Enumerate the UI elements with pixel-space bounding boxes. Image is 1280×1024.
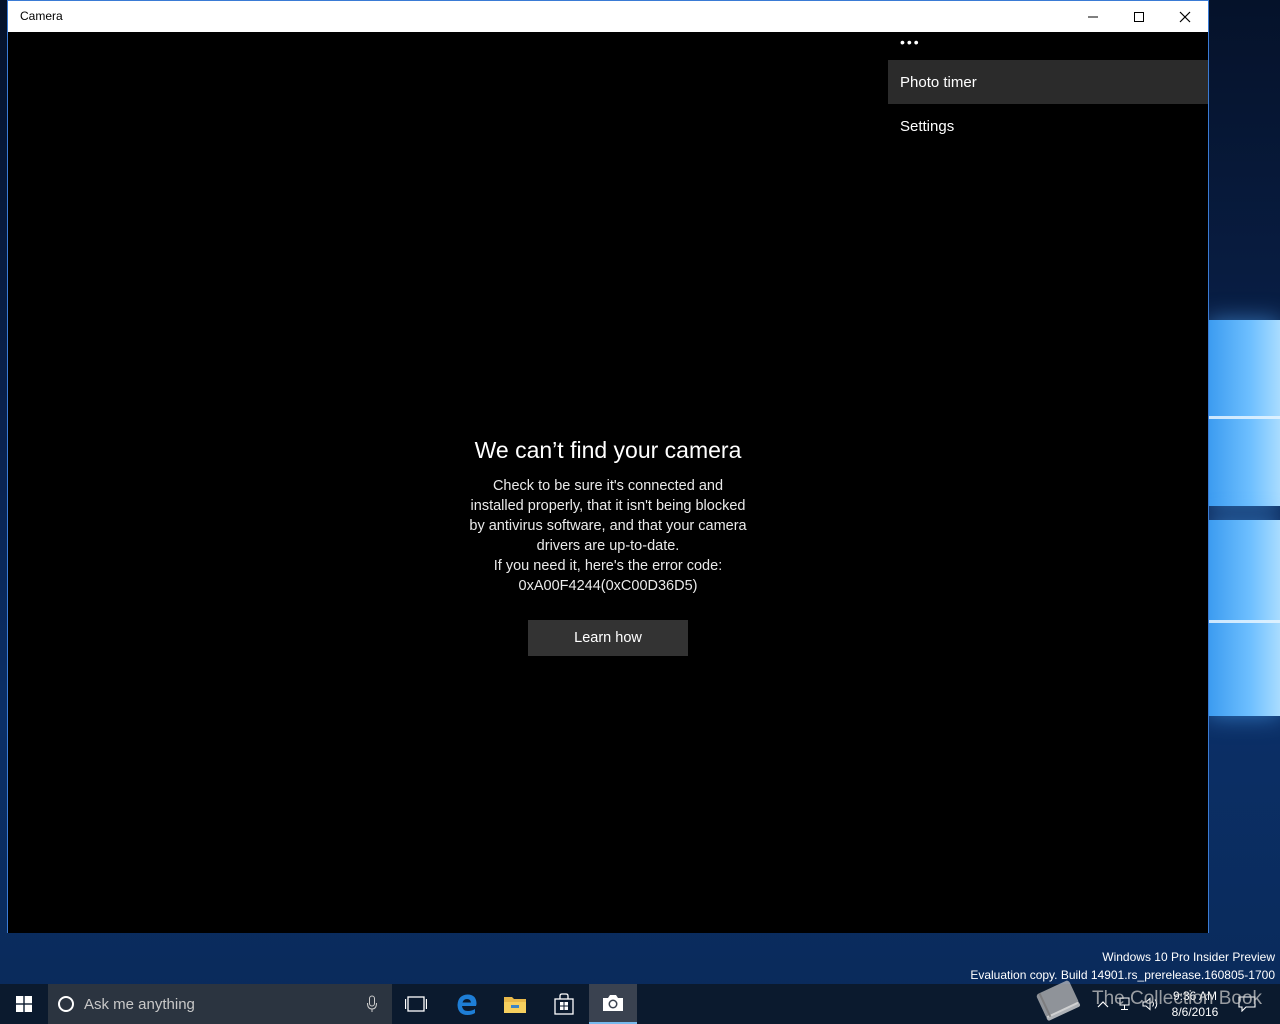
windows-start-icon (16, 996, 32, 1012)
edge-icon (457, 994, 477, 1015)
error-line: installed properly, that it isn't being … (470, 498, 746, 514)
task-view-button[interactable] (392, 984, 440, 1024)
camera-window: Camera ••• Photo timer Settings We can’t… (7, 0, 1209, 933)
error-description: Check to be sure it's connected and inst… (408, 476, 808, 596)
cortana-search-box[interactable]: Ask me anything (48, 984, 392, 1024)
error-line: drivers are up-to-date. (536, 538, 680, 554)
error-line: by antivirus software, and that your cam… (469, 518, 747, 534)
book-icon (1036, 980, 1080, 1021)
edge-button[interactable] (443, 984, 491, 1024)
store-icon (554, 993, 574, 1015)
overflow-menu: ••• Photo timer Settings (888, 32, 1208, 152)
minimize-button[interactable] (1070, 1, 1116, 32)
error-code: 0xA00F4244(0xC00D36D5) (518, 578, 698, 594)
cortana-icon (58, 996, 74, 1012)
minimize-icon (1088, 16, 1098, 17)
error-line: If you need it, here's the error code: (493, 558, 723, 574)
maximize-icon (1134, 11, 1144, 22)
close-icon (1179, 11, 1191, 22)
camera-taskbar-button[interactable] (589, 984, 637, 1024)
menu-item-label: Photo timer (900, 73, 977, 91)
book-watermark: The Collection Book (1030, 976, 1280, 1024)
camera-viewport: ••• Photo timer Settings We can’t find y… (8, 32, 1208, 933)
window-title: Camera (20, 9, 63, 23)
book-watermark-text: The Collection Book (1092, 988, 1263, 1009)
error-line: Check to be sure it's connected and (492, 478, 724, 494)
camera-icon (603, 995, 623, 1011)
file-explorer-icon (504, 997, 526, 1013)
task-view-icon (405, 996, 427, 1012)
menu-item-label: Settings (900, 117, 955, 135)
learn-how-button[interactable]: Learn how (528, 620, 688, 656)
file-explorer-button[interactable] (491, 984, 539, 1024)
build-watermark-line1: Windows 10 Pro Insider Preview (1102, 950, 1275, 964)
menu-item-settings[interactable]: Settings (888, 104, 1208, 148)
more-options-button[interactable]: ••• (900, 34, 921, 50)
store-button[interactable] (540, 984, 588, 1024)
title-bar[interactable]: Camera (8, 1, 1208, 32)
microphone-icon[interactable] (366, 995, 378, 1013)
close-button[interactable] (1162, 1, 1208, 32)
menu-item-photo-timer[interactable]: Photo timer (888, 60, 1208, 104)
error-message: We can’t find your camera Check to be su… (408, 437, 808, 656)
maximize-button[interactable] (1116, 1, 1162, 32)
desktop: Camera ••• Photo timer Settings We can’t… (0, 0, 1280, 1024)
error-title: We can’t find your camera (474, 437, 742, 463)
start-button[interactable] (0, 984, 48, 1024)
windows-logo-wallpaper (1208, 280, 1280, 740)
search-placeholder: Ask me anything (84, 995, 195, 1013)
